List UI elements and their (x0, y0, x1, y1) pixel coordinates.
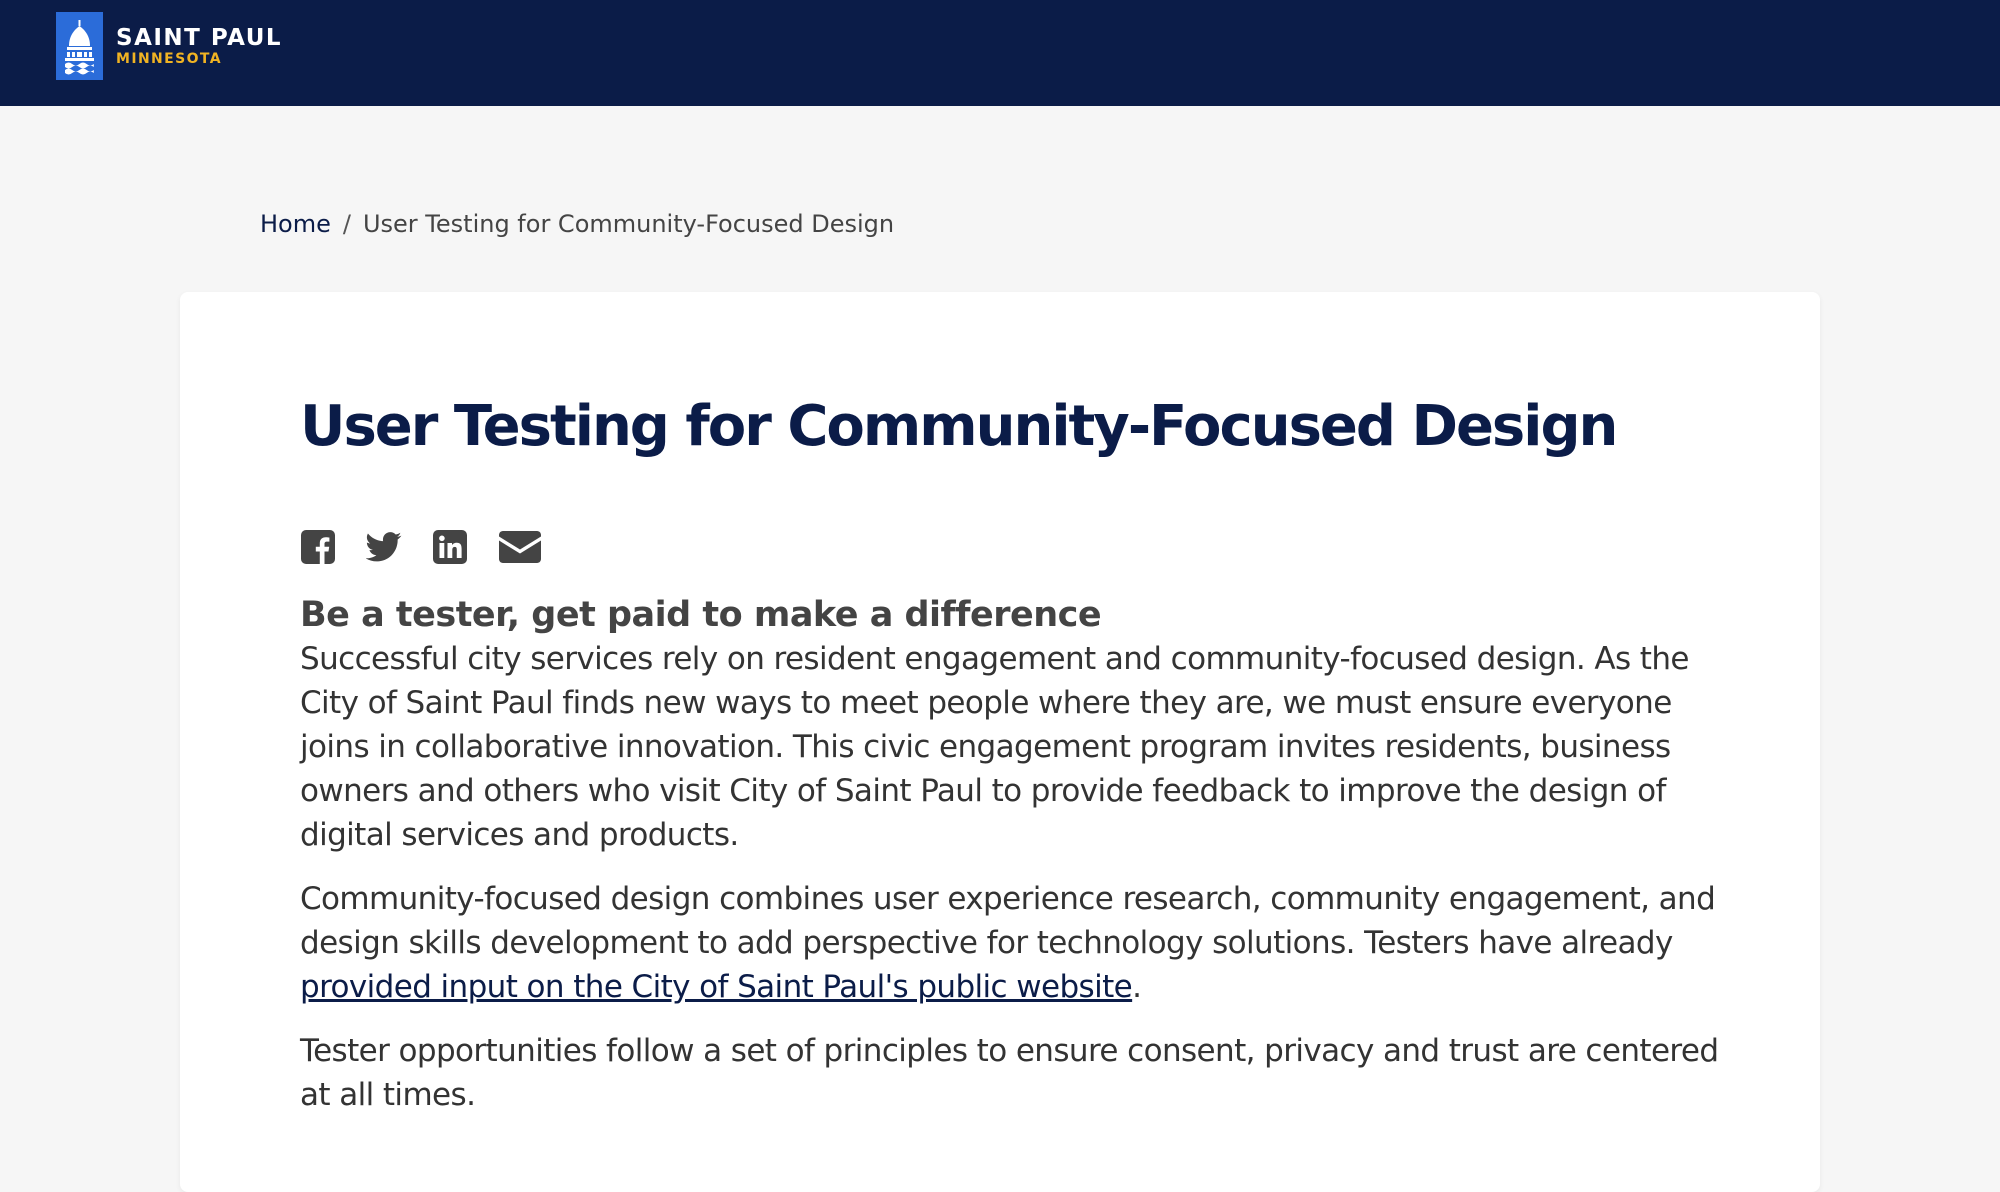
article-content: User Testing for Community-Focused Desig… (300, 387, 1720, 1117)
facebook-icon (301, 530, 335, 564)
capitol-dome-icon (56, 12, 103, 80)
design-paragraph-end: . (1132, 969, 1142, 1005)
breadcrumb-current: User Testing for Community-Focused Desig… (362, 210, 895, 238)
page-title: User Testing for Community-Focused Desig… (300, 394, 1618, 459)
design-paragraph-text: Community-focused design combines user e… (300, 881, 1716, 961)
design-paragraph: Community-focused design combines user e… (300, 877, 1720, 1009)
section-subheading: Be a tester, get paid to make a differen… (300, 595, 1102, 635)
twitter-icon (366, 532, 402, 562)
public-website-input-link[interactable]: provided input on the City of Saint Paul… (300, 969, 1133, 1005)
share-email-button[interactable] (498, 529, 542, 565)
principles-paragraph: Tester opportunities follow a set of pri… (300, 1033, 1719, 1113)
site-header: SAINT PAUL MINNESOTA (0, 0, 2000, 106)
share-linkedin-button[interactable] (432, 529, 468, 565)
share-twitter-button[interactable] (366, 529, 402, 565)
logo-wordmark: SAINT PAUL MINNESOTA (116, 25, 282, 67)
logo-title: SAINT PAUL (116, 25, 283, 51)
content-card: User Testing for Community-Focused Desig… (180, 292, 1820, 1192)
logo-subtitle: MINNESOTA (116, 51, 223, 67)
intro-paragraph: Successful city services rely on residen… (300, 641, 1689, 853)
site-logo-link[interactable]: SAINT PAUL MINNESOTA (56, 12, 282, 80)
email-icon (499, 531, 541, 563)
share-links (300, 527, 1720, 567)
breadcrumb: Home / User Testing for Community-Focused … (260, 206, 894, 242)
linkedin-icon (433, 530, 467, 564)
share-facebook-button[interactable] (300, 529, 336, 565)
breadcrumb-separator: / (342, 210, 351, 238)
breadcrumb-home-link[interactable]: Home (260, 210, 331, 238)
